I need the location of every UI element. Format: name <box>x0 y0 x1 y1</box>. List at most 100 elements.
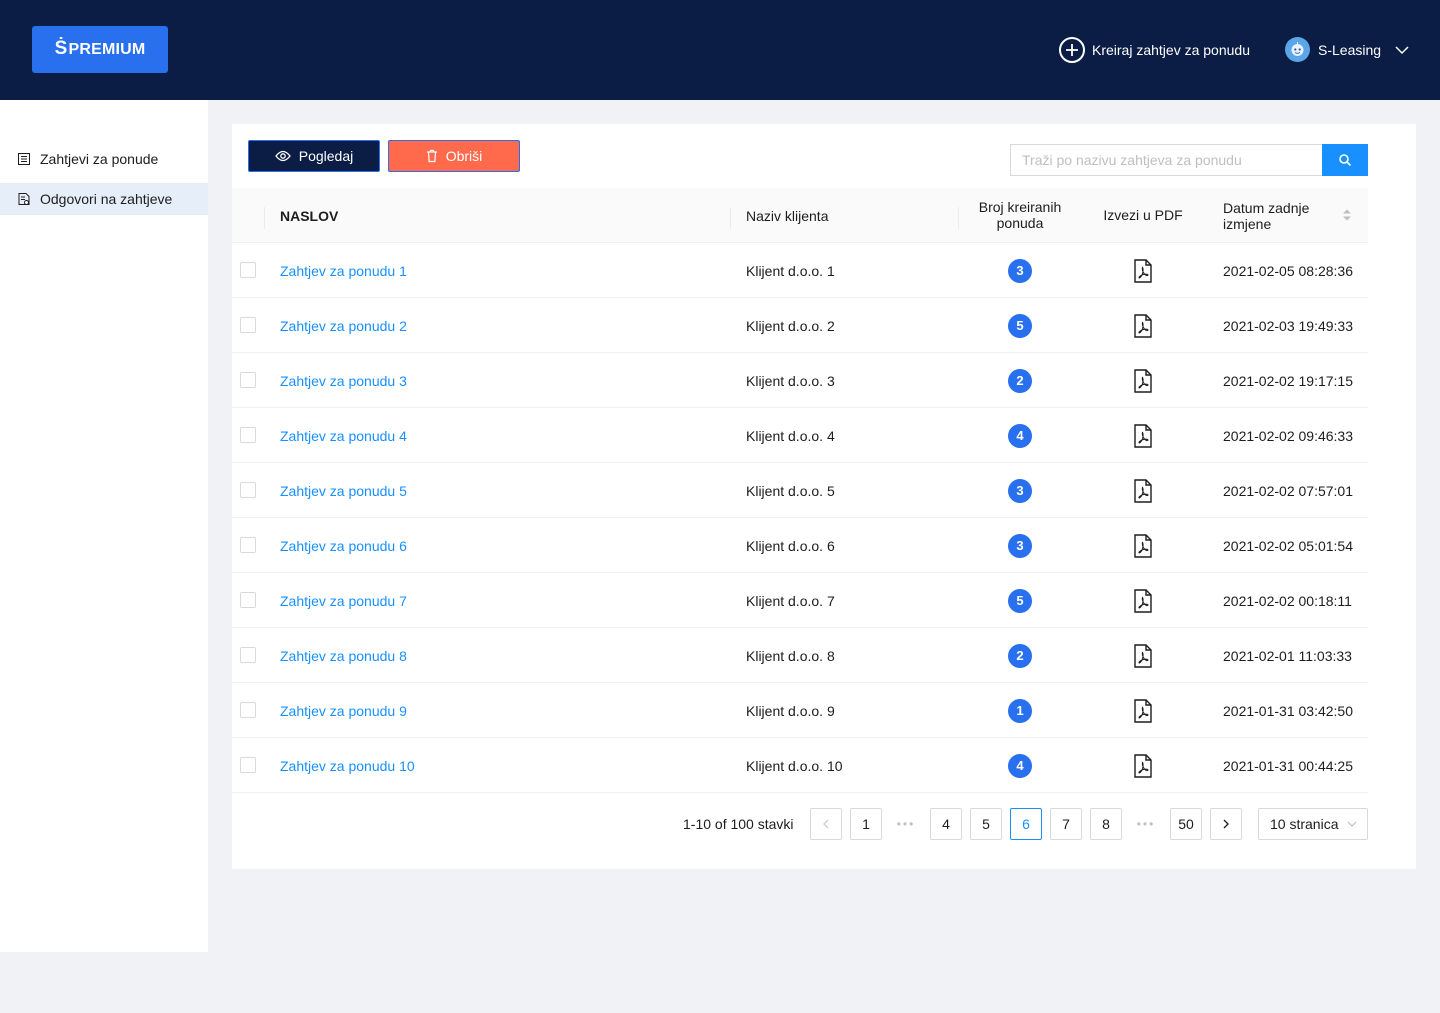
row-checkbox[interactable] <box>240 372 256 388</box>
page-button-50[interactable]: 50 <box>1170 808 1202 840</box>
page-button-6[interactable]: 6 <box>1010 808 1042 840</box>
pdf-icon[interactable] <box>1133 753 1153 778</box>
request-title-link[interactable]: Zahtjev za ponudu 10 <box>280 738 415 793</box>
page-button-8[interactable]: 8 <box>1090 808 1122 840</box>
offers-count-cell: 5 <box>1008 298 1032 353</box>
pdf-icon[interactable] <box>1133 533 1153 558</box>
table-header: NASLOV Naziv klijenta Broj kreiranih pon… <box>232 188 1368 243</box>
column-title-header: NASLOV <box>280 208 339 224</box>
prev-page-button[interactable] <box>810 808 842 840</box>
page-ellipsis[interactable]: ••• <box>890 808 922 840</box>
client-name: Klijent d.o.o. 6 <box>746 537 835 554</box>
request-title-link[interactable]: Zahtjev za ponudu 6 <box>280 518 407 573</box>
last-modified-date: 2021-02-05 08:28:36 <box>1223 262 1353 279</box>
pagination-info: 1-10 of 100 stavki <box>683 816 794 832</box>
row-checkbox[interactable] <box>240 317 256 333</box>
page-button-7[interactable]: 7 <box>1050 808 1082 840</box>
column-date-header[interactable]: Datum zadnje izmjene <box>1223 200 1309 232</box>
request-title-link[interactable]: Zahtjev za ponudu 8 <box>280 628 407 683</box>
last-modified-date: 2021-02-02 07:57:01 <box>1223 482 1353 499</box>
table-row: Zahtjev za ponudu 6 Klijent d.o.o. 6 3 2021… <box>232 518 1368 573</box>
eye-icon <box>274 150 291 162</box>
search-input[interactable] <box>1010 144 1322 176</box>
client-name: Klijent d.o.o. 7 <box>746 592 835 609</box>
last-modified-date: 2021-02-02 00:18:11 <box>1223 592 1352 609</box>
pdf-icon[interactable] <box>1133 698 1153 723</box>
offers-count-badge: 4 <box>1008 753 1032 778</box>
sidebar-item-responses[interactable]: Odgovori na zahtjeve <box>0 183 208 215</box>
top-bar: Ṡ PREMIUM Kreiraj zahtjev za ponudu S-Le… <box>0 0 1440 100</box>
row-checkbox[interactable] <box>240 757 256 773</box>
pdf-icon[interactable] <box>1133 588 1153 613</box>
offers-count-badge: 3 <box>1008 478 1032 503</box>
offers-count-cell: 4 <box>1008 738 1032 793</box>
pdf-export-cell <box>1133 628 1153 683</box>
table-row: Zahtjev za ponudu 5 Klijent d.o.o. 5 3 2021… <box>232 463 1368 518</box>
offers-count-badge: 5 <box>1008 313 1032 338</box>
page-ellipsis[interactable]: ••• <box>1130 808 1162 840</box>
request-title-link[interactable]: Zahtjev za ponudu 1 <box>280 243 407 298</box>
pdf-icon[interactable] <box>1133 423 1153 448</box>
row-checkbox[interactable] <box>240 427 256 443</box>
row-checkbox[interactable] <box>240 482 256 498</box>
offers-count-cell: 3 <box>1008 518 1032 573</box>
request-title-link[interactable]: Zahtjev za ponudu 3 <box>280 353 407 408</box>
chevron-down-icon <box>1347 821 1357 827</box>
column-divider <box>958 207 959 229</box>
next-page-button[interactable] <box>1210 808 1242 840</box>
column-offers-header: Broj kreiranih ponuda <box>960 199 1080 231</box>
column-pdf-header: Izvezi u PDF <box>1103 207 1183 223</box>
page-size-select[interactable]: 10 stranica <box>1258 808 1368 840</box>
offers-count-badge: 4 <box>1008 423 1032 448</box>
last-modified-date: 2021-02-02 05:01:54 <box>1223 537 1353 554</box>
offers-count-cell: 3 <box>1008 463 1032 518</box>
client-name: Klijent d.o.o. 1 <box>746 262 835 279</box>
request-title-link[interactable]: Zahtjev za ponudu 7 <box>280 573 407 628</box>
pdf-icon[interactable] <box>1133 478 1153 503</box>
page-button-4[interactable]: 4 <box>930 808 962 840</box>
pdf-export-cell <box>1133 408 1153 463</box>
pdf-icon[interactable] <box>1133 368 1153 393</box>
logo-mark: Ṡ <box>54 37 68 59</box>
page-button-5[interactable]: 5 <box>970 808 1002 840</box>
sidebar-item-requests[interactable]: Zahtjevi za ponude <box>0 143 208 175</box>
avatar <box>1285 37 1310 62</box>
pdf-icon[interactable] <box>1133 643 1153 668</box>
row-checkbox[interactable] <box>240 262 256 278</box>
request-title-link[interactable]: Zahtjev za ponudu 5 <box>280 463 407 518</box>
offers-count-cell: 1 <box>1008 683 1032 738</box>
last-modified-date: 2021-02-01 11:03:33 <box>1223 647 1352 664</box>
offers-count-cell: 4 <box>1008 408 1032 463</box>
request-title-link[interactable]: Zahtjev za ponudu 4 <box>280 408 407 463</box>
offers-count-badge: 1 <box>1008 698 1032 723</box>
page-button-1[interactable]: 1 <box>850 808 882 840</box>
client-name: Klijent d.o.o. 8 <box>746 647 835 664</box>
row-checkbox[interactable] <box>240 702 256 718</box>
offers-count-badge: 2 <box>1008 368 1032 393</box>
request-title-link[interactable]: Zahtjev za ponudu 9 <box>280 683 407 738</box>
pdf-icon[interactable] <box>1133 313 1153 338</box>
row-checkbox[interactable] <box>240 592 256 608</box>
pdf-icon[interactable] <box>1133 258 1153 283</box>
delete-button[interactable]: Obriši <box>388 140 520 172</box>
premium-logo[interactable]: Ṡ PREMIUM <box>32 26 168 73</box>
pdf-export-cell <box>1133 243 1153 298</box>
column-divider <box>730 207 731 229</box>
sort-icon[interactable] <box>1342 208 1352 222</box>
view-button[interactable]: Pogledaj <box>248 140 380 172</box>
request-title-link[interactable]: Zahtjev za ponudu 2 <box>280 298 407 353</box>
user-menu[interactable]: S-Leasing <box>1285 37 1409 62</box>
column-client-header: Naziv klijenta <box>746 208 829 224</box>
chevron-right-icon <box>1223 819 1229 829</box>
column-offers-header-line2: ponuda <box>996 215 1044 231</box>
client-name: Klijent d.o.o. 9 <box>746 702 835 719</box>
row-checkbox[interactable] <box>240 537 256 553</box>
client-name: Klijent d.o.o. 4 <box>746 427 835 444</box>
offers-count-badge: 3 <box>1008 258 1032 283</box>
table-row: Zahtjev za ponudu 1 Klijent d.o.o. 1 3 2021… <box>232 243 1368 298</box>
create-request-button[interactable]: Kreiraj zahtjev za ponudu <box>1059 37 1250 63</box>
page-size-value: 10 stranica <box>1270 816 1339 832</box>
row-checkbox[interactable] <box>240 647 256 663</box>
offers-count-cell: 2 <box>1008 353 1032 408</box>
search-button[interactable] <box>1322 144 1368 176</box>
